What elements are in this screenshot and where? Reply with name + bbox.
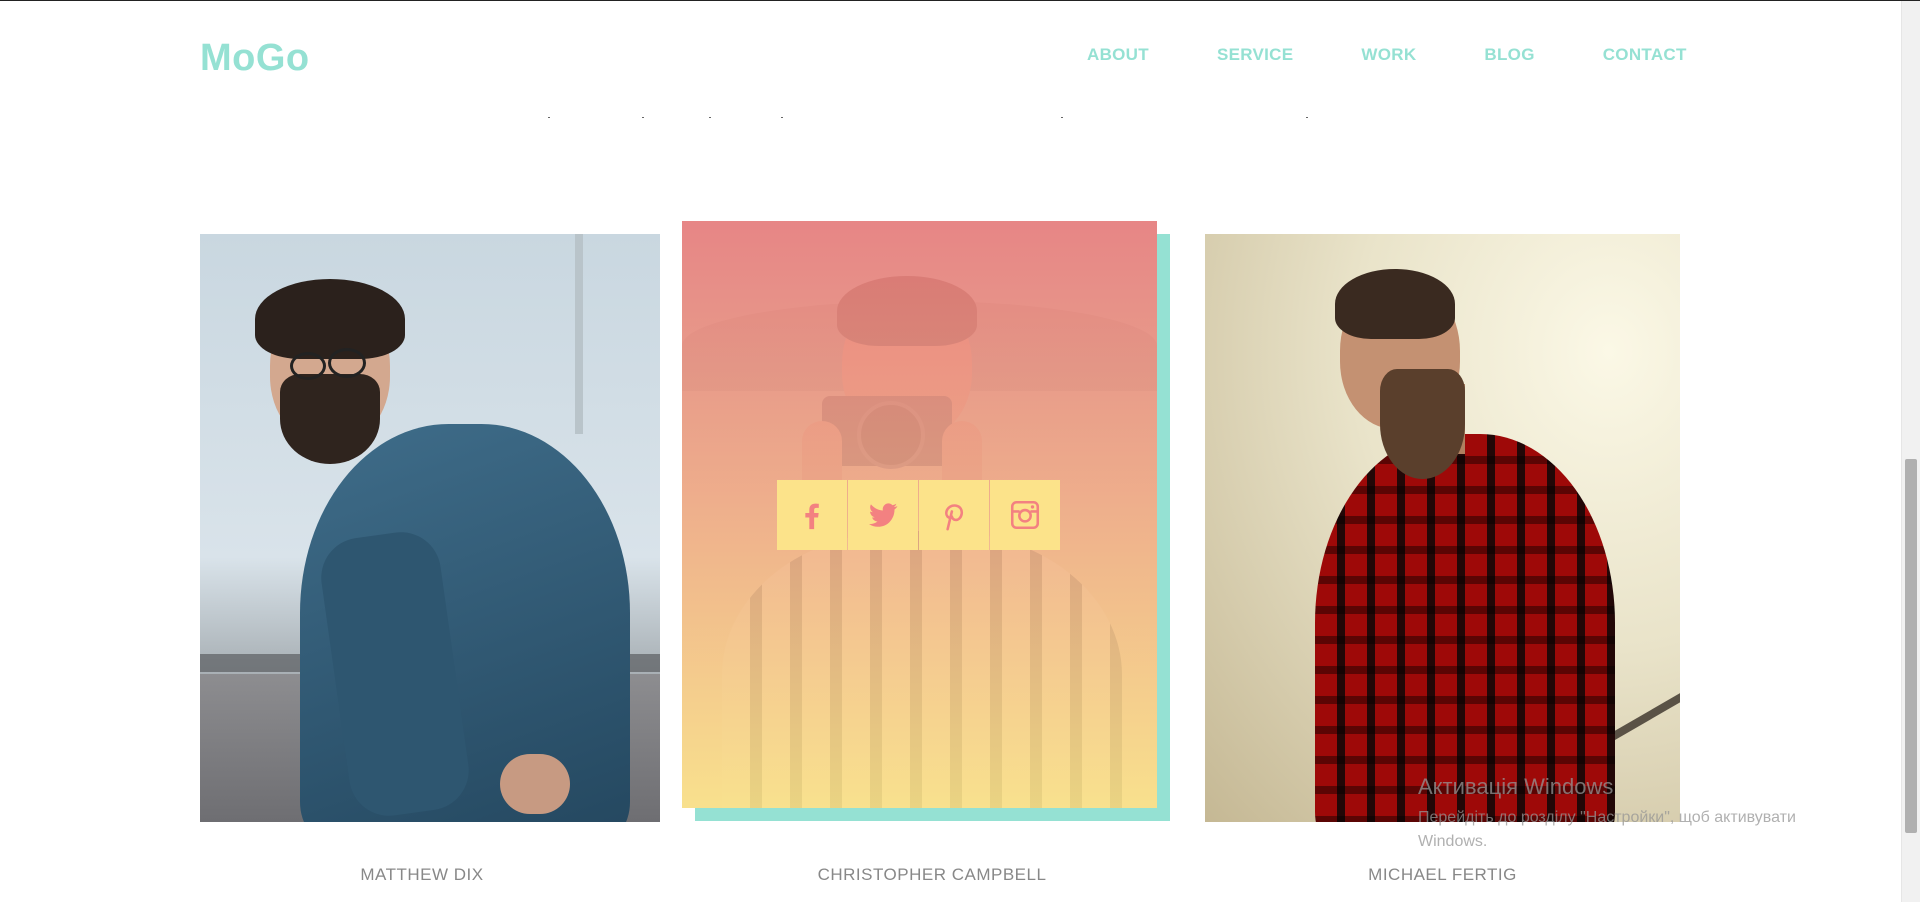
team-card-photo-frame bbox=[682, 221, 1157, 808]
team-card-michael-fertig[interactable] bbox=[1205, 234, 1680, 822]
facebook-icon[interactable] bbox=[777, 480, 847, 550]
team-name: CHRISTOPHER CAMPBELL bbox=[817, 865, 1047, 884]
windows-activation-subtitle: Перейдіть до розділу "Настройки", щоб ак… bbox=[1418, 809, 1796, 850]
team-photo bbox=[1205, 234, 1680, 822]
team-name: MATTHEW DIX bbox=[360, 865, 484, 884]
instagram-icon[interactable] bbox=[990, 480, 1060, 550]
main-nav: ABOUT SERVICE WORK BLOG CONTACT bbox=[1087, 45, 1687, 65]
nav-service[interactable]: SERVICE bbox=[1217, 45, 1293, 65]
windows-activation-title: Активація Windows bbox=[1418, 774, 1614, 799]
divider-dots bbox=[0, 117, 1920, 119]
nav-blog[interactable]: BLOG bbox=[1484, 45, 1534, 65]
team-name: MICHAEL FERTIG bbox=[1368, 865, 1517, 884]
windows-activation-watermark: Активація Windows Перейдіть до розділу "… bbox=[1418, 774, 1858, 854]
team-card-christopher-campbell[interactable] bbox=[682, 221, 1170, 821]
nav-work[interactable]: WORK bbox=[1361, 45, 1416, 65]
nav-about[interactable]: ABOUT bbox=[1087, 45, 1149, 65]
vertical-scrollbar[interactable] bbox=[1901, 1, 1920, 902]
twitter-icon[interactable] bbox=[848, 480, 918, 550]
team-card-matthew-dix[interactable] bbox=[200, 234, 660, 822]
scrollbar-thumb[interactable] bbox=[1905, 459, 1917, 833]
page: MoGo ABOUT SERVICE WORK BLOG CONTACT MAT… bbox=[0, 0, 1920, 902]
pinterest-icon[interactable] bbox=[919, 480, 989, 550]
logo[interactable]: MoGo bbox=[200, 37, 310, 80]
social-links bbox=[777, 480, 1060, 550]
team-photo bbox=[200, 234, 660, 822]
nav-contact[interactable]: CONTACT bbox=[1603, 45, 1687, 65]
